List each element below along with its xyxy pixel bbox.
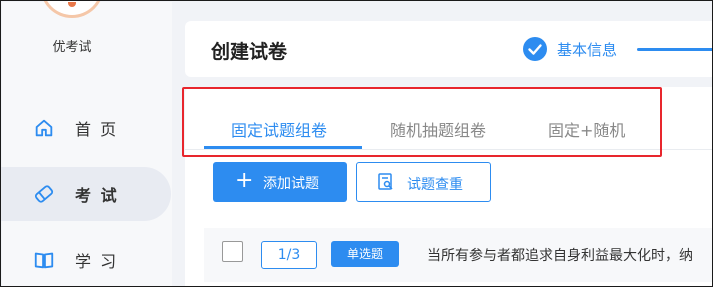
add-question-label: 添加试题 — [263, 176, 319, 192]
add-question-button[interactable]: + 添加试题 — [213, 162, 347, 202]
duplicate-check-label: 试题查重 — [407, 177, 463, 193]
document-search-icon — [378, 173, 393, 190]
duplicate-check-button[interactable]: 试题查重 — [356, 162, 491, 202]
question-checkbox[interactable] — [222, 241, 243, 262]
question-text[interactable]: 当所有参与者都追求自身利益最大化时，纳 — [427, 245, 693, 265]
sidebar-item-study[interactable]: 学 习 — [1, 233, 171, 286]
book-icon — [34, 252, 54, 269]
plus-icon: + — [235, 168, 254, 193]
question-index: 1/3 — [261, 241, 317, 269]
tab-fixed-plus-random[interactable]: 固定+随机 — [548, 117, 625, 141]
step-progress-line — [637, 48, 712, 51]
app-window: 优考试 首 页 考 试 学 习 创建试卷 基本信息 固定试题组卷 随机抽题组卷 … — [0, 0, 713, 287]
sidebar-item-exam[interactable]: 考 试 — [1, 167, 171, 221]
page-header: 创建试卷 基本信息 — [185, 21, 712, 77]
tab-divider — [185, 149, 712, 150]
tag-icon — [34, 185, 54, 203]
tab-random-questions[interactable]: 随机抽题组卷 — [390, 117, 486, 141]
sidebar-item-label: 学 习 — [75, 252, 119, 271]
sidebar-item-label: 考 试 — [75, 186, 119, 205]
step-label: 基本信息 — [557, 41, 618, 59]
sidebar-item-home[interactable]: 首 页 — [1, 101, 171, 155]
home-icon — [35, 119, 53, 137]
check-circle-icon — [523, 37, 547, 61]
app-name: 优考试 — [52, 40, 92, 55]
question-type-badge: 单选题 — [331, 241, 399, 267]
page-title: 创建试卷 — [211, 41, 288, 63]
sidebar-item-label: 首 页 — [75, 120, 119, 139]
tab-fixed-questions[interactable]: 固定试题组卷 — [231, 117, 327, 141]
